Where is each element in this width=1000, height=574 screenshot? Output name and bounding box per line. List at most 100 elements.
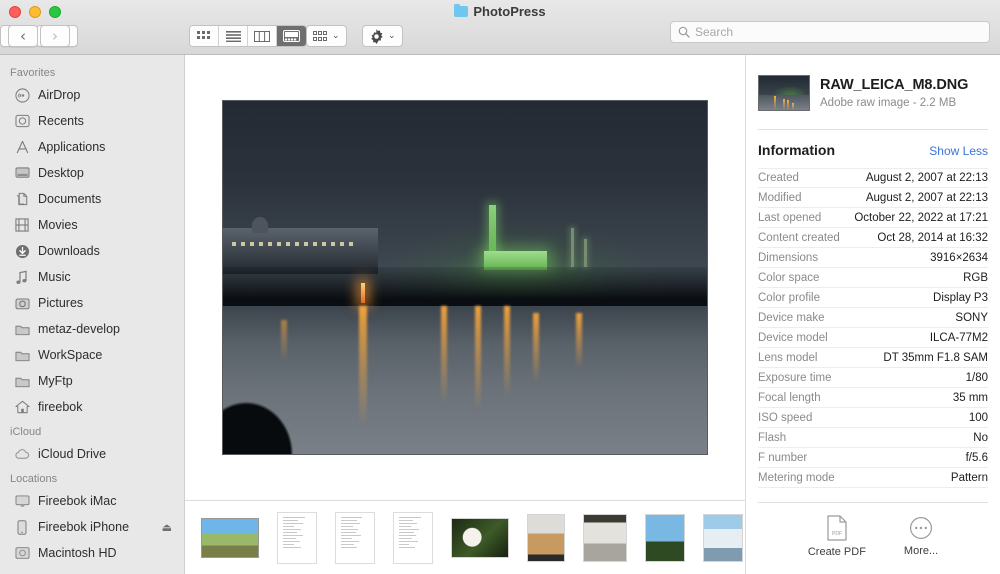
metadata-value: 3916×2634 (930, 251, 988, 264)
sidebar-item-macintosh-hd[interactable]: Macintosh HD (0, 540, 184, 566)
movies-icon (14, 217, 30, 233)
table-row: Flash No (758, 428, 988, 448)
chevron-left-icon: ‹ (20, 26, 26, 45)
sidebar-item-label: MyFtp (38, 374, 73, 388)
close-button[interactable] (9, 6, 21, 18)
thumbnail-strip[interactable] (185, 500, 745, 574)
file-meta: RAW_LEICA_M8.DNG Adobe raw image - 2.2 M… (820, 77, 968, 109)
preview-buoy-light (360, 282, 365, 303)
cloud-icon (14, 446, 30, 462)
documents-icon (14, 191, 30, 207)
window-body: Favorites AirDrop Recents Applications D… (0, 55, 1000, 574)
metadata-value: Pattern (950, 471, 988, 484)
forward-button[interactable]: › (40, 25, 70, 47)
arrange-button[interactable]: ⌄ (306, 25, 347, 47)
list-view-button[interactable] (219, 26, 248, 46)
metadata-key: Created (758, 172, 799, 184)
search-input[interactable]: Search (670, 21, 990, 43)
sidebar-item-applications[interactable]: Applications (0, 134, 184, 160)
minimize-button[interactable] (29, 6, 41, 18)
iphone-icon (14, 519, 30, 535)
sidebar: Favorites AirDrop Recents Applications D… (0, 55, 185, 574)
file-thumbnail (758, 75, 810, 111)
thumbnail-item[interactable] (451, 514, 509, 562)
window-controls (9, 6, 61, 18)
preview-reflection (440, 305, 447, 405)
table-row: F number f/5.6 (758, 448, 988, 468)
preview-reflection (576, 312, 583, 370)
sidebar-item-fireebok[interactable]: fireebok (0, 394, 184, 420)
sidebar-item-desktop[interactable]: Desktop (0, 160, 184, 186)
sidebar-item-downloads[interactable]: Downloads (0, 238, 184, 264)
sidebar-item-recents[interactable]: Recents (0, 108, 184, 134)
thumbnail-item[interactable] (703, 513, 743, 562)
thumbnail-item[interactable] (645, 513, 685, 562)
downloads-icon (14, 243, 30, 259)
thumbnail-item[interactable] (335, 511, 375, 564)
thumbnail-item[interactable] (393, 511, 433, 564)
thumbnail-item[interactable] (201, 514, 259, 562)
sidebar-item-fireebok-imac[interactable]: Fireebok iMac (0, 488, 184, 514)
sidebar-item-label: Documents (38, 192, 102, 206)
folder-icon (14, 373, 30, 389)
sidebar-item-pictures[interactable]: Pictures (0, 290, 184, 316)
metadata-key: Content created (758, 231, 840, 244)
table-row: Device make SONY (758, 308, 988, 328)
sidebar-item-label: Downloads (38, 244, 100, 258)
zoom-button[interactable] (49, 6, 61, 18)
more-button[interactable]: More... (904, 516, 938, 557)
chevron-down-icon: ⌄ (388, 31, 396, 41)
clock-icon (14, 113, 30, 129)
group-icon (313, 30, 327, 41)
metadata-key: Metering mode (758, 471, 835, 484)
thumbnail-item[interactable] (583, 513, 627, 562)
sidebar-section-favorites-title: Favorites (10, 67, 56, 79)
preview-foreground-trees (223, 394, 301, 454)
sidebar-item-music[interactable]: Music (0, 264, 184, 290)
metadata-key: Exposure time (758, 371, 832, 384)
sidebar-item-metaz-develop[interactable]: metaz-develop (0, 316, 184, 342)
column-view-button[interactable] (248, 26, 277, 46)
pictures-icon (14, 295, 30, 311)
file-name: RAW_LEICA_M8.DNG (820, 77, 969, 93)
show-less-toggle[interactable]: Show Less (929, 144, 988, 158)
file-header: RAW_LEICA_M8.DNG Adobe raw image - 2.2 M… (758, 55, 988, 129)
metadata-key: Modified (758, 191, 802, 204)
create-pdf-button[interactable]: PDF Create PDF (808, 515, 866, 558)
back-button[interactable]: ‹ (8, 25, 38, 47)
imac-icon (14, 493, 30, 509)
sidebar-item-label: fireebok (38, 400, 83, 414)
sidebar-item-label: Recents (38, 114, 84, 128)
metadata-key: Color space (758, 271, 820, 284)
sidebar-item-movies[interactable]: Movies (0, 212, 184, 238)
thumbnail-item[interactable] (527, 513, 565, 562)
sidebar-item-label: Music (38, 270, 71, 284)
sidebar-item-airdrop[interactable]: AirDrop (0, 82, 184, 108)
sidebar-item-documents[interactable]: Documents (0, 186, 184, 212)
sidebar-item-myftp[interactable]: MyFtp (0, 368, 184, 394)
sidebar-item-label: metaz-develop (38, 322, 120, 336)
sidebar-item-icloud-drive[interactable]: iCloud Drive (0, 441, 184, 467)
table-row: Exposure time 1/80 (758, 368, 988, 388)
metadata-value: No (973, 431, 988, 444)
table-row: Dimensions 3916×2634 (758, 248, 988, 268)
metadata-value: Oct 28, 2014 at 16:32 (877, 231, 988, 244)
thumbnail-item[interactable] (277, 511, 317, 564)
sidebar-item-label: Movies (38, 218, 78, 232)
sidebar-item-fireebok-iphone[interactable]: Fireebok iPhone ⏏ (0, 514, 184, 540)
metadata-key: Focal length (758, 391, 821, 404)
eject-icon[interactable]: ⏏ (162, 521, 184, 534)
icon-view-button[interactable] (190, 26, 219, 46)
preview-area (185, 55, 745, 500)
sidebar-item-label: Fireebok iMac (38, 494, 117, 508)
action-label: More... (903, 545, 939, 557)
preview-reflection (474, 305, 481, 412)
gear-icon (371, 28, 383, 44)
sidebar-item-workspace[interactable]: WorkSpace (0, 342, 184, 368)
window-title: PhotoPress (0, 3, 1000, 19)
table-row: Lens model DT 35mm F1.8 SAM (758, 348, 988, 368)
action-menu-button[interactable]: ⌄ (362, 25, 403, 47)
image-preview[interactable] (222, 100, 708, 455)
metadata-key: Flash (758, 431, 787, 444)
gallery-view-button[interactable] (277, 26, 306, 46)
